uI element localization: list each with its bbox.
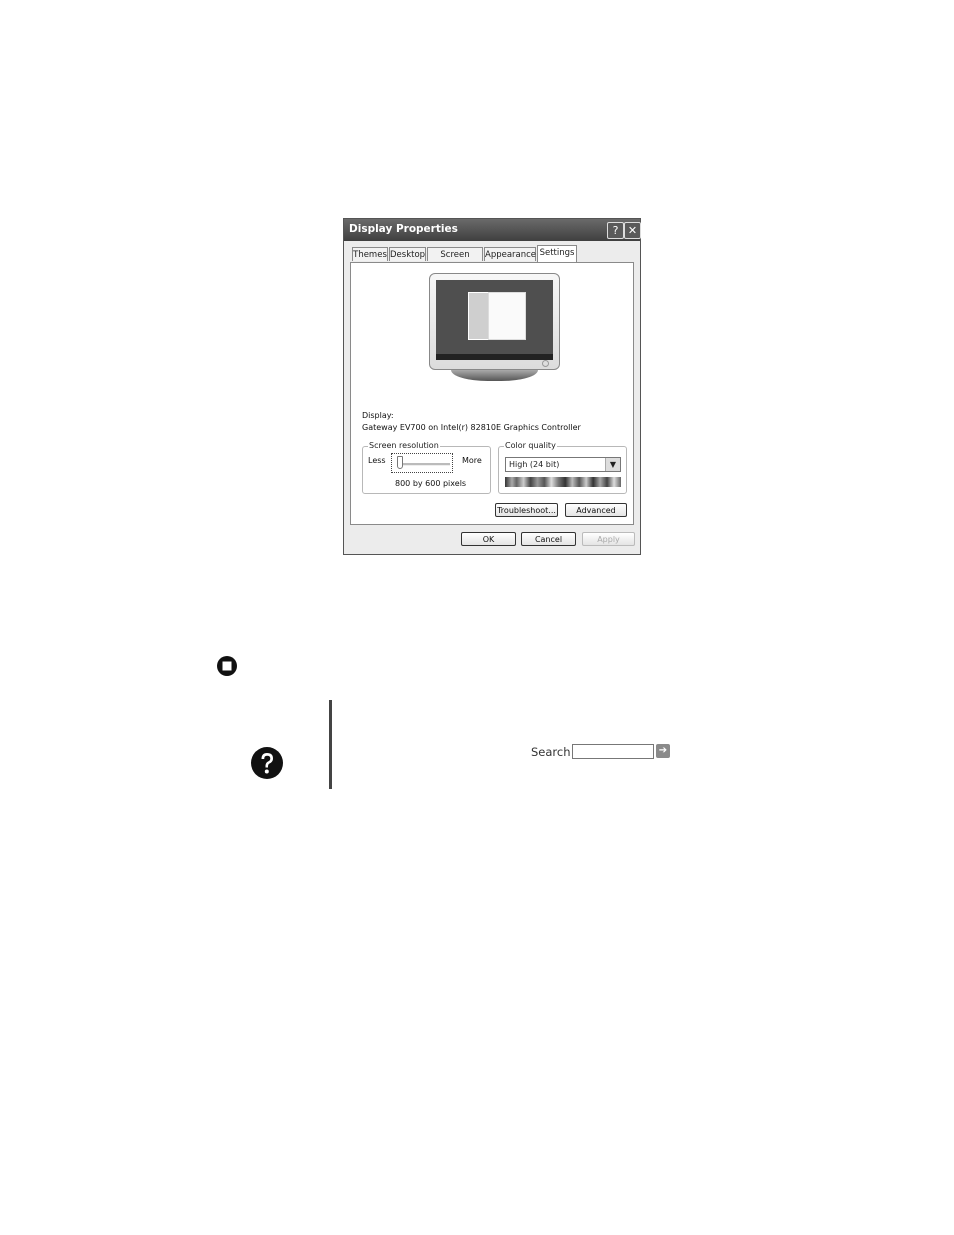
close-button[interactable]: ✕ [624, 222, 641, 239]
color-quality-value: High (24 bit) [509, 460, 560, 469]
stop-icon [217, 656, 237, 676]
color-preview-bar [505, 477, 621, 487]
slider-track [400, 463, 450, 466]
screen-resolution-group: Screen resolution Less More 800 by 600 p… [362, 441, 491, 494]
tab-appearance[interactable]: Appearance [484, 247, 536, 261]
troubleshoot-button[interactable]: Troubleshoot... [495, 503, 558, 517]
screen-resolution-label: Screen resolution [368, 441, 440, 450]
display-device-name: Gateway EV700 on Intel(r) 82810E Graphic… [362, 423, 581, 432]
search-label: Search [531, 745, 571, 759]
cancel-button[interactable]: Cancel [521, 532, 576, 546]
tab-screen-saver[interactable]: Screen Saver [427, 247, 483, 274]
search-input[interactable] [572, 744, 654, 759]
title-bar[interactable]: Display Properties ? ✕ [344, 219, 641, 241]
ok-button[interactable]: OK [461, 532, 516, 546]
settings-panel: Display: Gateway EV700 on Intel(r) 82810… [350, 262, 634, 525]
help-icon [251, 747, 283, 779]
advanced-button[interactable]: Advanced [565, 503, 627, 517]
resolution-slider[interactable] [391, 453, 453, 473]
color-quality-select[interactable]: High (24 bit) ▼ [505, 457, 621, 472]
monitor-preview-image [429, 273, 560, 383]
resolution-more-label: More [462, 456, 482, 465]
color-quality-label: Color quality [504, 441, 557, 450]
help-button[interactable]: ? [607, 222, 624, 239]
resolution-value: 800 by 600 pixels [395, 479, 467, 488]
arrow-right-icon[interactable]: ➔ [656, 744, 670, 758]
color-quality-group: Color quality High (24 bit) ▼ [498, 441, 627, 494]
chevron-down-icon[interactable]: ▼ [605, 458, 620, 471]
tab-settings[interactable]: Settings [537, 245, 577, 262]
display-label: Display: [362, 411, 394, 420]
dialog-title: Display Properties [349, 223, 458, 235]
tab-desktop[interactable]: Desktop [389, 247, 426, 261]
slider-thumb[interactable] [397, 456, 403, 469]
apply-button[interactable]: Apply [582, 532, 635, 546]
tab-themes[interactable]: Themes [352, 247, 388, 261]
resolution-less-label: Less [368, 456, 386, 465]
sidebar-divider [329, 700, 332, 789]
display-properties-dialog: Display Properties ? ✕ Themes Desktop Sc… [343, 218, 641, 555]
